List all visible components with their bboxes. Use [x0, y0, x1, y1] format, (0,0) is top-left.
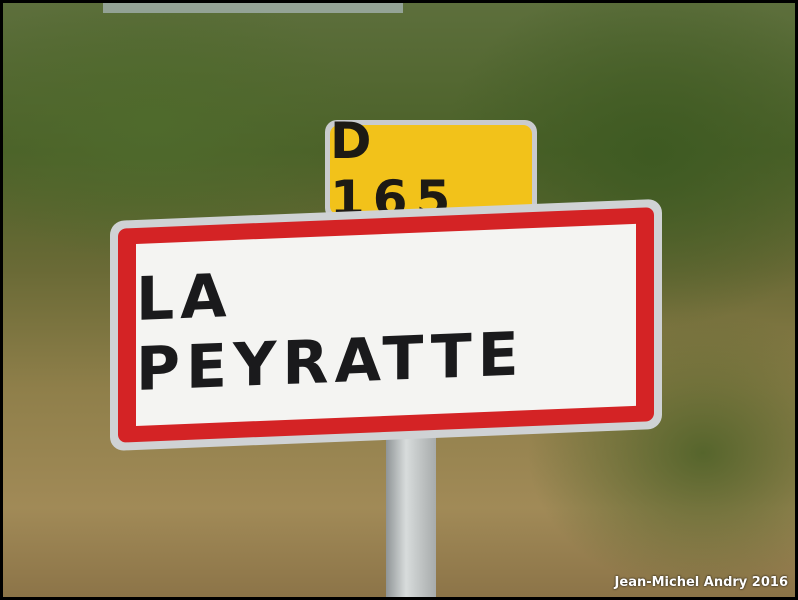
- photo-credit: Jean-Michel Andry 2016: [614, 575, 788, 590]
- town-sign-border: LA PEYRATTE: [118, 207, 654, 443]
- sky: [103, 3, 403, 13]
- sign-post: [386, 413, 436, 597]
- town-sign: LA PEYRATTE: [110, 198, 662, 451]
- photo: D 165 LA PEYRATTE: [3, 3, 795, 597]
- route-number: D 165: [330, 112, 532, 228]
- town-name: LA PEYRATTE: [136, 223, 636, 426]
